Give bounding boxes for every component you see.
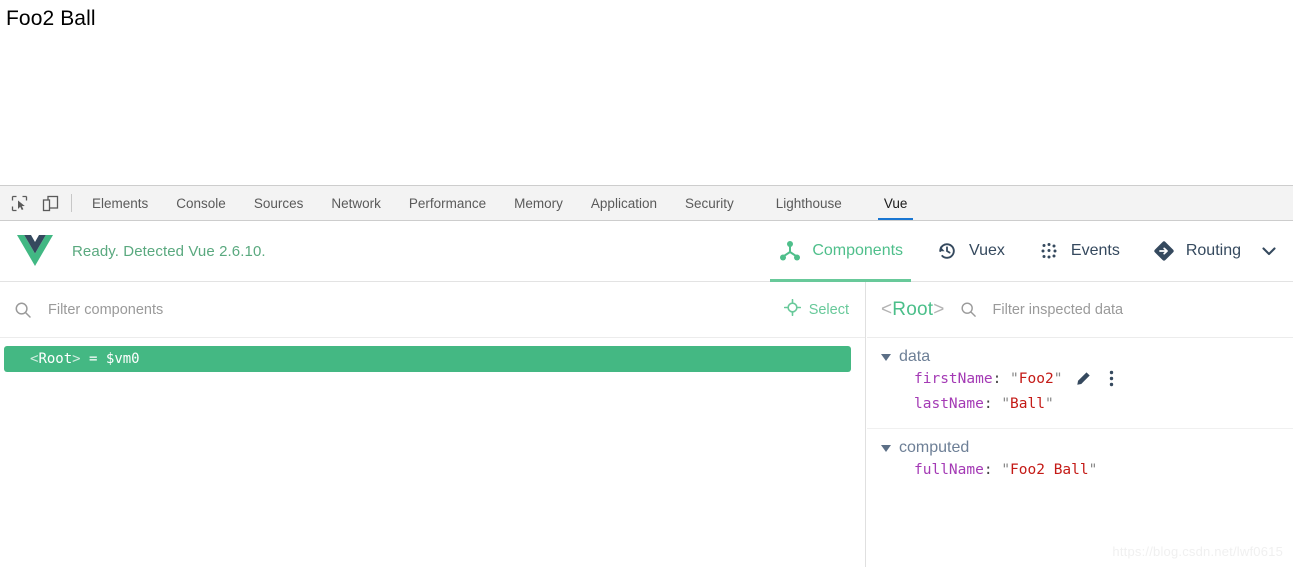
inspected-angle-open: < [881,298,893,320]
component-tree-icon [778,239,802,263]
watermark-text: https://blog.csdn.net/lwf0615 [1112,544,1283,559]
prop-key-firstname: firstName [914,370,993,387]
tag-open-angle: < [30,351,39,367]
vue-nav-vuex[interactable]: Vuex [919,221,1021,282]
filter-components-input[interactable] [46,300,784,319]
tab-lighthouse[interactable]: Lighthouse [762,186,856,220]
vue-nav-routing[interactable]: Routing [1136,221,1257,282]
pencil-edit-icon[interactable] [1076,371,1091,386]
devtools-tabs: Elements Console Sources Network Perform… [78,186,921,220]
vue-nav-vuex-label: Vuex [969,242,1005,259]
tab-vue[interactable]: Vue [870,186,922,220]
tab-memory[interactable]: Memory [500,186,577,220]
events-dots-icon [1037,239,1061,263]
history-clock-icon [935,239,959,263]
tree-row-assignment: = $vm0 [89,351,140,367]
vue-devtools-header: Ready. Detected Vue 2.6.10. Components V… [0,221,1293,282]
tab-console[interactable]: Console [162,186,240,220]
components-pane: Select <Root> = $vm0 [0,282,866,567]
vue-nav: Components Vuex Events Routing [762,221,1293,282]
target-crosshair-icon [783,298,801,320]
group-header-computed[interactable]: computed [867,439,1293,457]
search-icon [12,299,34,321]
inspected-angle-close: > [933,298,945,320]
vue-nav-events[interactable]: Events [1021,221,1136,282]
tab-application[interactable]: Application [577,186,671,220]
prop-key-lastname: lastName [914,395,984,412]
inspected-component-name: <Root> [881,299,945,321]
prop-value-lastname: Ball [1010,395,1045,412]
tree-row-root[interactable]: < Root > = $vm0 [4,346,851,372]
page-rendered-text: Foo2 Ball [6,7,96,30]
filter-inspected-data-input[interactable] [990,300,1293,319]
component-tree: < Root > = $vm0 [0,338,865,372]
devtools-tool-icons [0,186,67,220]
tab-performance[interactable]: Performance [395,186,500,220]
caret-down-icon [881,444,891,452]
group-title-data: data [899,348,931,365]
prop-row-actions [1076,370,1114,387]
prop-value-fullname: Foo2 Ball [1010,461,1089,478]
tab-sources[interactable]: Sources [240,186,318,220]
inspector-group-data: data firstName: " Foo2 " lastName: " Ba… [867,338,1293,429]
vue-nav-components-label: Components [812,242,904,259]
prop-row-firstname[interactable]: firstName: " Foo2 " [867,366,1293,391]
caret-down-icon [881,353,891,361]
tab-elements[interactable]: Elements [78,186,162,220]
vue-nav-events-label: Events [1070,242,1120,259]
tree-row-name: Root [38,351,73,367]
tab-network[interactable]: Network [317,186,395,220]
inspect-element-icon[interactable] [8,192,30,214]
devtools-screenshot: Foo2 Ball Elements Console Sources Netwo… [0,0,1293,567]
prop-value-firstname: Foo2 [1018,370,1054,387]
inspector-header: <Root> [867,282,1293,338]
vue-status-text: Ready. Detected Vue 2.6.10. [72,242,266,260]
toolbar-divider [71,194,72,212]
tab-security[interactable]: Security [671,186,748,220]
routing-diamond-icon [1152,239,1176,263]
device-toolbar-icon[interactable] [39,192,61,214]
select-component-button[interactable]: Select [783,298,849,320]
vue-nav-components[interactable]: Components [762,221,919,282]
vue-logo-icon [16,234,54,268]
inspected-name-text: Root [892,298,934,320]
group-header-data[interactable]: data [867,348,1293,366]
devtools-tab-bar: Elements Console Sources Network Perform… [0,185,1293,221]
select-component-label: Select [808,301,849,318]
vue-nav-routing-label: Routing [1185,242,1241,259]
inspector-group-computed: computed fullName: " Foo2 Ball " [867,429,1293,494]
search-icon [959,300,979,320]
chevron-down-icon[interactable] [1257,221,1293,282]
prop-key-fullname: fullName [914,461,984,478]
tag-close-angle: > [72,351,81,367]
prop-row-lastname[interactable]: lastName: " Ball " [867,391,1293,416]
components-filter-bar: Select [0,282,865,338]
more-vertical-icon[interactable] [1109,370,1114,387]
page-viewport: Foo2 Ball [0,0,1293,185]
group-title-computed: computed [899,439,970,456]
prop-row-fullname[interactable]: fullName: " Foo2 Ball " [867,457,1293,482]
inspector-pane: <Root> data firstName: "Foo2" [867,282,1293,567]
